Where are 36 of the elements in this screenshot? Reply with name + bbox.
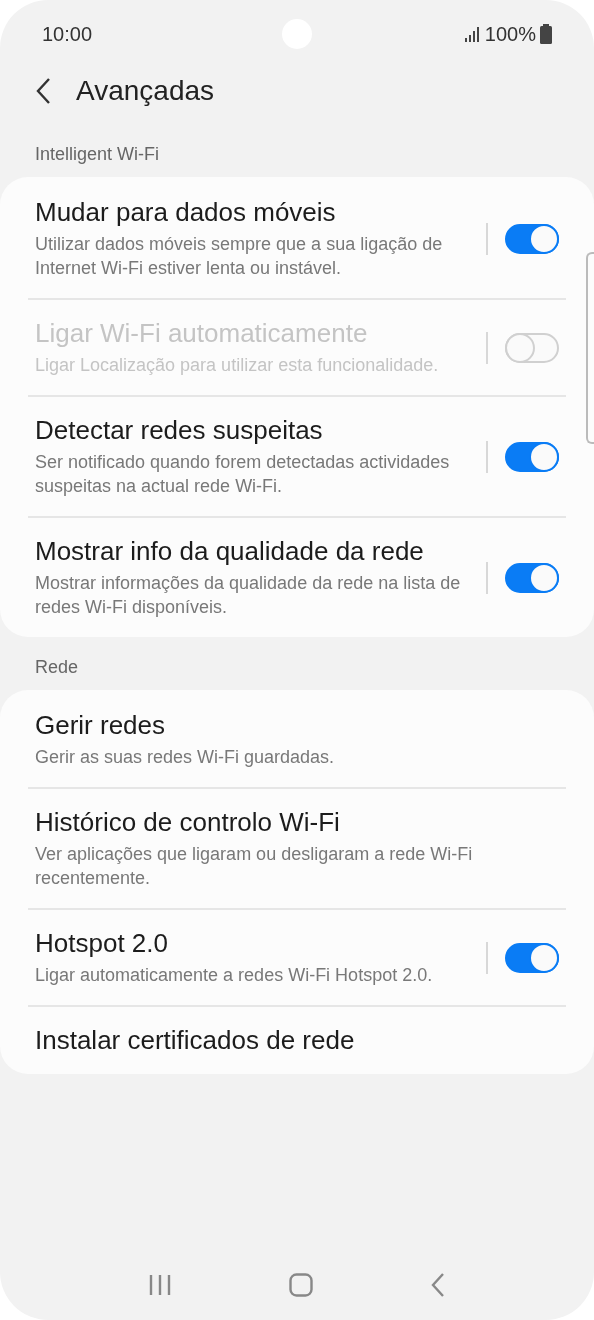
setting-description: Ligar Localização para utilizar esta funcionalidade. [35,354,440,377]
home-icon[interactable] [289,1273,313,1297]
setting-title: Mostrar info da qualidade da rede [35,536,425,567]
setting-title: Hotspot 2.0 [35,928,169,959]
back-icon[interactable] [36,78,50,104]
setting-description: Ligar automaticamente a redes Wi-Fi Hotspot 2.0. [35,964,434,987]
battery-icon [540,24,552,44]
toggle-switch[interactable] [505,441,559,472]
section-header: Intelligent Wi-Fi [34,143,161,166]
toggle-switch[interactable] [505,562,559,593]
recent-apps-icon[interactable] [149,1274,171,1296]
signal-icon [464,26,481,42]
toggle-switch[interactable] [505,942,559,973]
setting-title: Histórico de controlo Wi-Fi [35,807,341,838]
setting-title: Instalar certificados de rede [35,1025,356,1056]
settings-item[interactable]: Instalar certificados de rede [0,1005,594,1074]
setting-title: Gerir redes [35,710,167,741]
section-header: Rede [34,656,80,679]
setting-title: Ligar Wi-Fi automaticamente [35,318,369,349]
setting-description: Ser notificado quando forem detectadas actividades suspeitas na actual rede Wi-Fi. [35,451,451,498]
battery-percent: 100% [484,22,536,46]
setting-description: Gerir as suas redes Wi-Fi guardadas. [35,746,336,769]
setting-description: Mostrar informações da qualidade da rede na lista de redes Wi-Fi disponíveis. [35,572,462,619]
status-time: 10:00 [42,22,94,46]
settings-item[interactable]: Detectar redes suspeitas Ser notificado quando forem detectadas actividades suspeitas na actual rede Wi-Fi. [0,395,594,516]
setting-description: Utilizar dados móveis sempre que a sua ligação de Internet Wi-Fi estiver lenta ou instável. [35,233,444,280]
setting-title: Detectar redes suspeitas [35,415,324,446]
settings-item[interactable]: Gerir redes Gerir as suas redes Wi-Fi guardadas. [0,690,594,787]
toggle-switch[interactable] [505,223,559,254]
settings-item[interactable]: Mostrar info da qualidade da rede Mostrar informações da qualidade da rede na lista de redes Wi-Fi disponíveis. [0,516,594,637]
setting-description: Ver aplicações que ligaram ou desligaram a rede Wi-Fi recentemente. [35,843,474,890]
setting-title: Mudar para dados móveis [35,197,337,228]
page-title: Avançadas [76,75,215,107]
settings-item[interactable]: Mudar para dados móveis Utilizar dados móveis sempre que a sua ligação de Internet Wi-Fi estiver lenta ou instável. [0,177,594,298]
settings-item[interactable]: Histórico de controlo Wi-Fi Ver aplicações que ligaram ou desligaram a rede Wi-Fi recentemente. [0,787,594,908]
settings-item[interactable]: Hotspot 2.0 Ligar automaticamente a redes Wi-Fi Hotspot 2.0. [0,908,594,1005]
